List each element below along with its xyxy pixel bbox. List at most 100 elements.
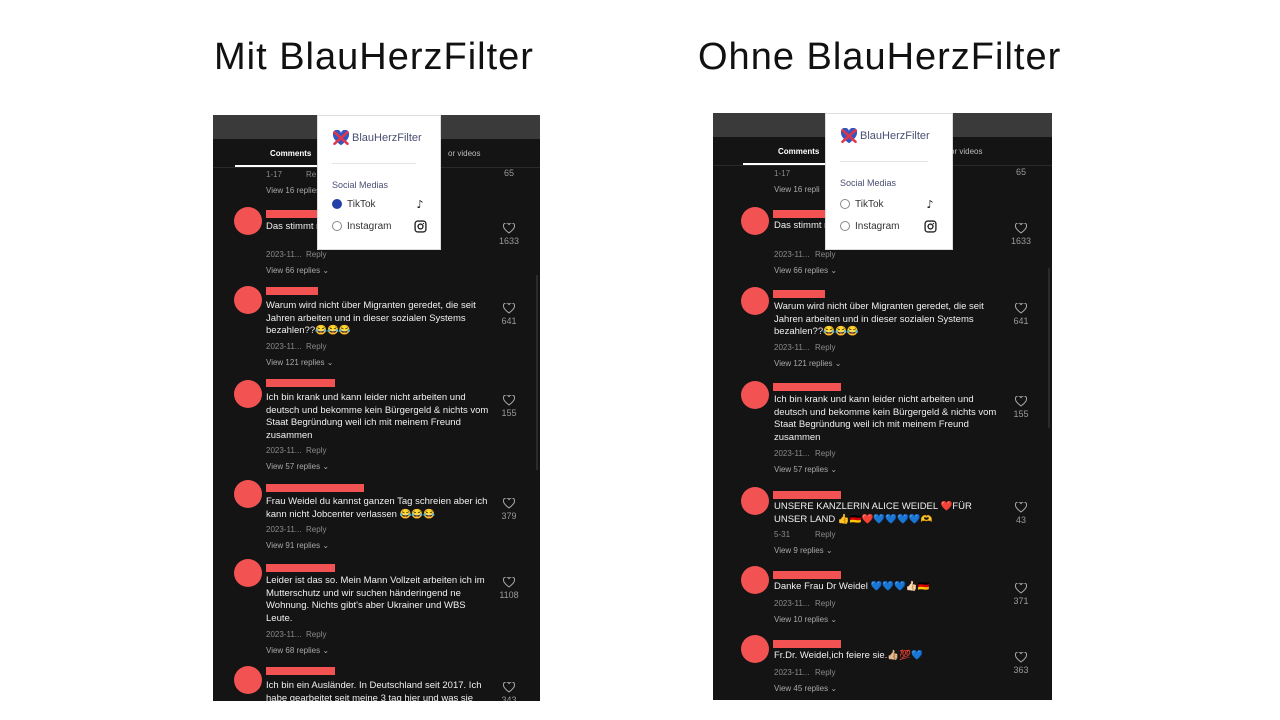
view-replies-link[interactable]: View 121 replies ⌄: [774, 359, 841, 368]
like-button[interactable]: 155: [1006, 396, 1036, 419]
redacted-username: [773, 383, 841, 391]
instagram-radio[interactable]: [840, 221, 850, 232]
social-medias-label: Social Medias: [840, 178, 897, 188]
like-count: 65: [1015, 167, 1026, 177]
redacted-username: [266, 667, 335, 675]
reply-link[interactable]: Reply: [306, 446, 326, 455]
redacted-username: [773, 571, 841, 579]
comment-text: Fr.Dr. Weidel,ich feiere sie.👍🏼💯💙: [774, 650, 923, 661]
reply-link[interactable]: Reply: [306, 342, 326, 351]
tab-comments[interactable]: Comments: [270, 149, 311, 158]
brand-name: BlauHerzFilter: [860, 129, 930, 142]
redacted-username: [266, 484, 364, 492]
heart-icon: [1015, 652, 1027, 663]
instagram-icon: [923, 220, 937, 234]
avatar[interactable]: [741, 487, 769, 515]
left-screenshot: Comments or videos 1-17 Re View 16 repli…: [213, 115, 540, 701]
like-button[interactable]: 363: [1006, 652, 1036, 675]
tiktok-radio[interactable]: [332, 199, 342, 210]
avatar[interactable]: [741, 287, 769, 315]
view-replies-link[interactable]: View 66 replies ⌄: [266, 266, 329, 275]
comment-text: Danke Frau Dr Weidel 💙💙💙👍🏻🇩🇪: [774, 581, 930, 592]
like-button[interactable]: 371: [1006, 583, 1036, 606]
option-instagram[interactable]: Instagram: [840, 221, 899, 232]
comment-date: 2023-11...: [266, 342, 302, 351]
avatar[interactable]: [234, 480, 262, 508]
comment-text: Warum wird nicht über Migranten geredet,…: [774, 301, 984, 337]
view-replies-link[interactable]: View 10 replies ⌄: [774, 615, 837, 624]
brand-logo: BlauHerzFilter: [332, 129, 422, 146]
option-instagram[interactable]: Instagram: [332, 221, 391, 232]
social-medias-label: Social Medias: [332, 180, 389, 190]
tab-comments[interactable]: Comments: [778, 147, 819, 156]
heart-icon: [503, 303, 515, 314]
avatar[interactable]: [234, 380, 262, 408]
view-replies-link[interactable]: View 16 replies: [266, 186, 320, 195]
like-count: 43: [1015, 515, 1026, 525]
reply-link[interactable]: Reply: [815, 343, 835, 352]
avatar[interactable]: [741, 566, 769, 594]
like-button[interactable]: 1633: [1006, 223, 1036, 246]
heart-icon: [1015, 583, 1027, 594]
reply-link[interactable]: Reply: [306, 525, 326, 534]
like-count: 1633: [498, 236, 520, 246]
option-tiktok[interactable]: TikTok: [332, 199, 376, 210]
like-button[interactable]: 1633: [494, 223, 524, 246]
tab-creator-videos[interactable]: or videos: [448, 149, 480, 158]
view-replies-link[interactable]: View 45 replies ⌄: [774, 684, 837, 693]
redacted-username: [266, 564, 335, 572]
reply-link[interactable]: Reply: [815, 599, 835, 608]
option-tiktok[interactable]: TikTok: [840, 199, 884, 210]
reply-link[interactable]: Reply: [306, 630, 326, 639]
like-count: 1108: [499, 590, 519, 600]
scrollbar[interactable]: [1048, 268, 1050, 428]
like-button[interactable]: 1108: [494, 577, 524, 600]
option-label: Instagram: [855, 221, 900, 232]
view-replies-link[interactable]: View 9 replies ⌄: [774, 546, 833, 555]
avatar[interactable]: [234, 207, 262, 235]
extension-popup: BlauHerzFilter Social Medias TikTok ♪ In…: [317, 115, 441, 250]
reply-link[interactable]: Reply: [815, 668, 835, 677]
avatar[interactable]: [741, 381, 769, 409]
avatar[interactable]: [741, 635, 769, 663]
redacted-username: [266, 379, 335, 387]
comment-date: 2023-11...: [266, 250, 302, 259]
reply-link[interactable]: Reply: [815, 449, 835, 458]
avatar[interactable]: [234, 286, 262, 314]
like-button[interactable]: 641: [1006, 303, 1036, 326]
avatar[interactable]: [234, 559, 262, 587]
tiktok-radio[interactable]: [840, 199, 850, 210]
tab-underline: [235, 165, 325, 167]
avatar[interactable]: [741, 207, 769, 235]
view-replies-link[interactable]: View 121 replies ⌄: [266, 358, 333, 367]
comment-date: 2023-11...: [774, 599, 810, 608]
heart-icon: [1015, 223, 1027, 234]
like-button[interactable]: 343: [494, 682, 524, 701]
like-count: 641: [1013, 316, 1029, 326]
reply-link[interactable]: Reply: [815, 250, 835, 259]
comment-text: Warum wird nicht über Migranten geredet,…: [266, 300, 476, 336]
view-replies-link[interactable]: View 57 replies ⌄: [774, 465, 837, 474]
reply-link[interactable]: Reply: [815, 530, 835, 539]
view-replies-link[interactable]: View 57 replies ⌄: [266, 462, 329, 471]
right-heading: Ohne BlauHerzFilter: [698, 36, 1062, 78]
like-button[interactable]: 379: [494, 498, 524, 521]
avatar[interactable]: [234, 666, 262, 694]
option-label: Instagram: [347, 221, 392, 232]
like-button[interactable]: 641: [494, 303, 524, 326]
instagram-radio[interactable]: [332, 221, 342, 232]
view-replies-link[interactable]: View 68 replies ⌄: [266, 646, 329, 655]
scrollbar[interactable]: [536, 275, 538, 470]
reply-link[interactable]: Reply: [306, 250, 326, 259]
reply-link[interactable]: Re: [306, 170, 316, 179]
view-replies-link[interactable]: View 66 replies ⌄: [774, 266, 837, 275]
view-replies-link[interactable]: View 91 replies ⌄: [266, 541, 329, 550]
like-button[interactable]: 43: [1006, 502, 1036, 525]
view-replies-link[interactable]: View 16 repli: [774, 185, 820, 194]
like-button[interactable]: 155: [494, 395, 524, 418]
heart-icon: [503, 682, 515, 693]
tab-creator-videos[interactable]: or videos: [950, 147, 982, 156]
like-count: 155: [501, 408, 517, 418]
like-count: 363: [1013, 665, 1029, 675]
like-count: 155: [1013, 409, 1029, 419]
